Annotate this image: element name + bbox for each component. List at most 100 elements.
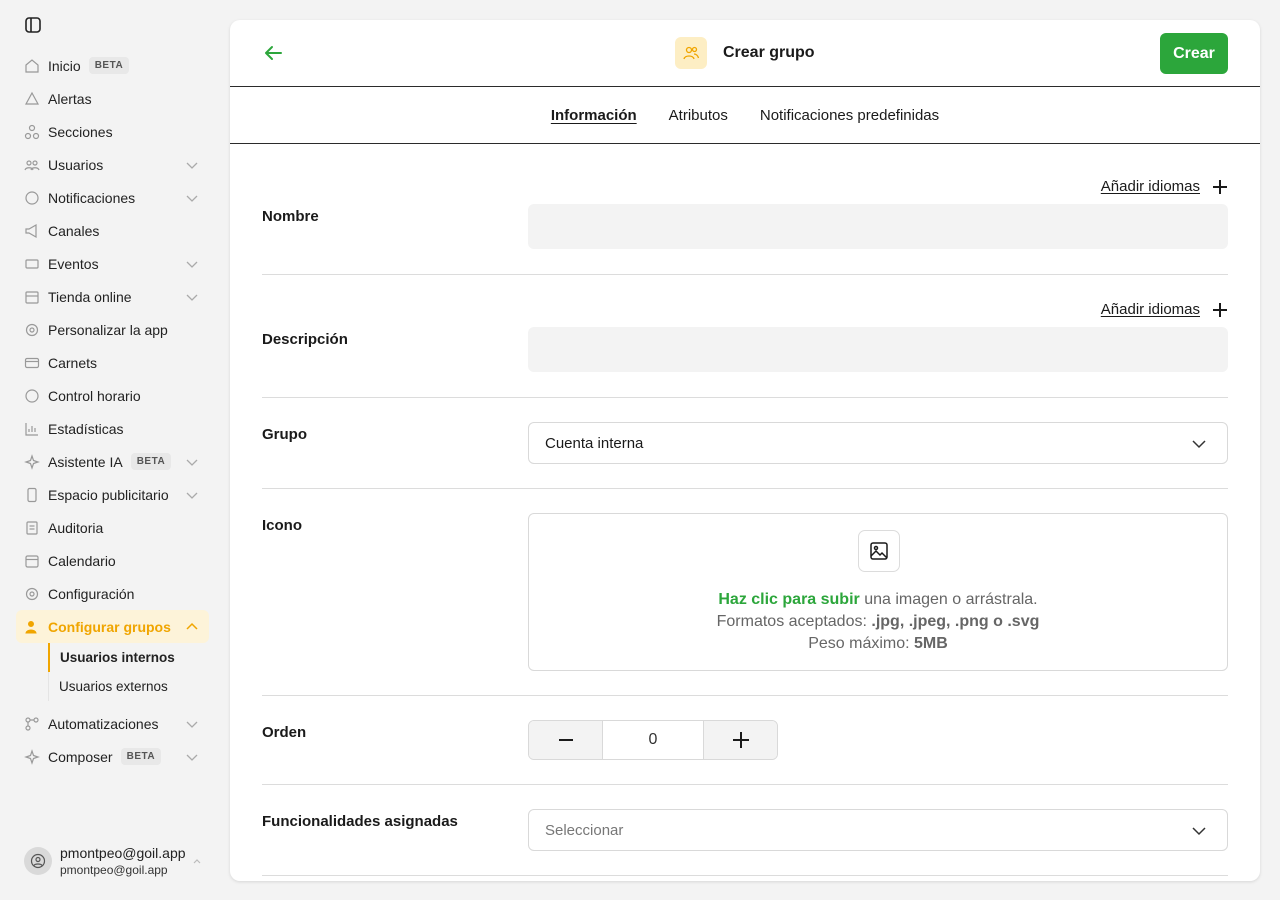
sidebar-item-eventos[interactable]: Eventos: [16, 247, 209, 280]
sidebar-item-calendario[interactable]: Calendario: [16, 544, 209, 577]
add-languages-label: Añadir idiomas: [1100, 178, 1200, 195]
formats-value: .jpg, .jpeg, .png o .svg: [871, 613, 1040, 630]
sidebar-item-inicio[interactable]: Inicio BETA: [16, 49, 209, 82]
sidebar-item-canales[interactable]: Canales: [16, 214, 209, 247]
minus-icon: [558, 739, 573, 741]
user-profile[interactable]: pmontpeo@goil.app pmontpeo@goil.app: [24, 845, 186, 877]
header: Crear grupo Crear: [230, 20, 1260, 87]
chevron-up-icon[interactable]: [192, 857, 202, 867]
document-icon: [24, 520, 40, 536]
add-languages-link[interactable]: Añadir idiomas: [1101, 301, 1228, 318]
sidebar-item-label: Estadísticas: [48, 420, 124, 437]
features-select-placeholder: Seleccionar: [545, 821, 624, 839]
sidebar-item-tienda-online[interactable]: Tienda online: [16, 280, 209, 313]
increment-button[interactable]: [704, 721, 777, 759]
store-icon: [24, 289, 40, 305]
upload-click-link[interactable]: Haz clic para subir: [718, 591, 859, 608]
add-languages-link[interactable]: Añadir idiomas: [1101, 178, 1228, 195]
calendar-icon: [24, 553, 40, 569]
sidebar-item-label: Tienda online: [48, 288, 132, 305]
sidebar-subitem-usuarios-internos[interactable]: Usuarios internos: [48, 643, 209, 672]
order-value[interactable]: 0: [602, 721, 704, 759]
sidebar-item-espacio-publicitario[interactable]: Espacio publicitario: [16, 478, 209, 511]
avatar: [24, 847, 52, 875]
beta-badge: BETA: [130, 453, 172, 470]
settings-icon: [24, 586, 40, 602]
sidebar-item-automatizaciones[interactable]: Automatizaciones: [16, 707, 209, 740]
tab-bar: Información Atributos Notificaciones pre…: [230, 87, 1260, 144]
sidebar-item-asistente-ia[interactable]: Asistente IA BETA: [16, 445, 209, 478]
weight-value: 5MB: [914, 635, 948, 652]
sidebar-nav: Inicio BETA Alertas Secciones Usuarios N…: [16, 49, 209, 773]
sidebar-item-label: Eventos: [48, 255, 99, 272]
image-icon: [858, 530, 900, 572]
chat-icon: [24, 190, 40, 206]
card-icon: [24, 355, 40, 371]
field-label: Funcionalidades asignadas: [262, 813, 458, 830]
sidebar-subitem-usuarios-externos[interactable]: Usuarios externos: [49, 672, 209, 701]
home-icon: [24, 58, 40, 74]
chevron-down-icon: [186, 721, 198, 728]
name-input[interactable]: [528, 204, 1228, 249]
sidebar-item-label: Usuarios: [48, 156, 104, 173]
main-panel: Crear grupo Crear Información Atributos …: [230, 20, 1260, 881]
users-icon: [24, 157, 40, 173]
megaphone-icon: [24, 223, 40, 239]
sidebar-item-label: Espacio publicitario: [48, 486, 169, 503]
back-arrow-icon[interactable]: [262, 42, 284, 64]
sidebar-item-control-horario[interactable]: Control horario: [16, 379, 209, 412]
user-email: pmontpeo@goil.app: [60, 863, 168, 877]
sidebar: Inicio BETA Alertas Secciones Usuarios N…: [0, 0, 222, 900]
upload-hint: una imagen o arrástrala.: [859, 591, 1038, 608]
icon-upload-dropzone[interactable]: Haz clic para subir una imagen o arrástr…: [528, 513, 1228, 671]
field-label: Grupo: [262, 426, 307, 443]
description-input[interactable]: [528, 327, 1228, 372]
tab-notificaciones-predefinidas[interactable]: Notificaciones predefinidas: [760, 107, 939, 124]
features-select[interactable]: Seleccionar: [528, 809, 1228, 851]
page-title: Crear grupo: [723, 44, 815, 61]
sidebar-subnav: Usuarios internos Usuarios externos: [48, 643, 209, 701]
user-name: pmontpeo@goil.app: [60, 845, 186, 861]
beta-badge: BETA: [88, 57, 130, 74]
create-button[interactable]: Crear: [1160, 33, 1228, 74]
sidebar-item-label: Configuración: [48, 585, 135, 602]
weight-prefix: Peso máximo:: [808, 635, 915, 652]
group-select-value: Cuenta interna: [545, 434, 644, 452]
phone-icon: [24, 487, 40, 503]
form-row-funcionalidades: Funcionalidades asignadas Seleccionar: [262, 785, 1228, 876]
sidebar-item-usuarios[interactable]: Usuarios: [16, 148, 209, 181]
form-row-grupo: Grupo Cuenta interna: [262, 398, 1228, 489]
form-row-orden: Orden 0: [262, 696, 1228, 785]
sidebar-item-label: Auditoria: [48, 519, 104, 536]
sidebar-item-label: Calendario: [48, 552, 116, 569]
tab-atributos[interactable]: Atributos: [669, 107, 728, 124]
form-row-nombre: Nombre Añadir idiomas: [262, 144, 1228, 275]
form-row-icono: Icono Haz clic para subir una imagen o a…: [262, 489, 1228, 696]
sidebar-item-label: Automatizaciones: [48, 715, 159, 732]
sidebar-item-label: Inicio: [48, 57, 81, 74]
sidebar-toggle-icon[interactable]: [24, 16, 42, 34]
ticket-icon: [24, 256, 40, 272]
sidebar-item-alertas[interactable]: Alertas: [16, 82, 209, 115]
chevron-down-icon: [186, 162, 198, 169]
sidebar-item-label: Carnets: [48, 354, 98, 371]
sidebar-item-configurar-grupos[interactable]: Configurar grupos: [16, 610, 209, 643]
sidebar-item-secciones[interactable]: Secciones: [16, 115, 209, 148]
group-select[interactable]: Cuenta interna: [528, 422, 1228, 464]
sidebar-item-configuracion[interactable]: Configuración: [16, 577, 209, 610]
sidebar-item-personalizar[interactable]: Personalizar la app: [16, 313, 209, 346]
sidebar-item-estadisticas[interactable]: Estadísticas: [16, 412, 209, 445]
sidebar-item-carnets[interactable]: Carnets: [16, 346, 209, 379]
gear-icon: [24, 322, 40, 338]
chevron-down-icon: [1192, 440, 1206, 449]
field-label: Descripción: [262, 331, 348, 348]
tab-informacion[interactable]: Información: [551, 107, 637, 124]
sidebar-item-notificaciones[interactable]: Notificaciones: [16, 181, 209, 214]
sidebar-item-auditoria[interactable]: Auditoria: [16, 511, 209, 544]
chart-icon: [24, 421, 40, 437]
sidebar-item-label: Canales: [48, 222, 100, 239]
decrement-button[interactable]: [529, 721, 602, 759]
sidebar-item-label: Alertas: [48, 90, 92, 107]
sections-icon: [24, 124, 40, 140]
sidebar-item-composer[interactable]: Composer BETA: [16, 740, 209, 773]
